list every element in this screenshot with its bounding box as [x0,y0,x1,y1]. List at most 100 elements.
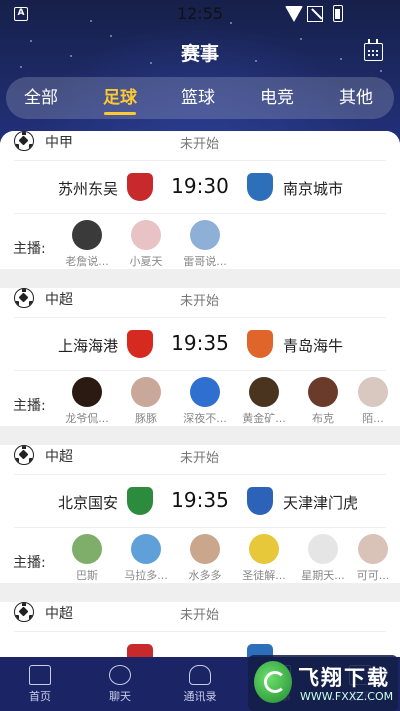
avatar [249,534,279,564]
anchor-name: 布克 [312,412,334,425]
match-header: 中超 未开始 [0,445,400,473]
anchor-name: 可可... [356,569,390,582]
avatar [308,377,338,407]
anchor-name: 豚豚 [135,412,157,425]
anchor-name: 马拉多... [124,569,168,582]
nav-chat[interactable]: 聊天 [80,657,160,711]
match-header: 中超 未开始 [0,288,400,316]
anchor-item[interactable]: 巴斯 [58,534,116,583]
league-name: 中超 [45,449,73,465]
anchor-item[interactable]: 黄金矿... [235,377,293,426]
match-status: 未开始 [180,451,220,466]
avatar [249,377,279,407]
anchor-item[interactable]: 豚豚 [117,377,175,426]
match-status: 未开始 [180,294,220,309]
anchor-item[interactable]: 深夜不... [176,377,234,426]
anchor-item[interactable]: 星期天... [294,534,352,583]
avatar [131,220,161,250]
divider [14,527,386,528]
avatar [131,377,161,407]
avatar [190,377,220,407]
anchor-label: 主播: [13,241,46,257]
divider [14,631,386,632]
away-crest-icon [247,487,273,515]
divider [14,213,386,214]
status-time: 12:55 [176,4,224,23]
league-name: 中超 [45,292,73,308]
anchor-name: 龙爷侃... [65,412,109,425]
anchor-name: 圣徒解... [242,569,286,582]
watermark-url: WWW.FXXZ.COM [300,690,394,703]
nav-contacts[interactable]: 通讯录 [160,657,240,711]
nav-label: 聊天 [109,690,131,703]
anchor-label: 主播: [13,398,46,414]
anchor-item[interactable]: 小夏天 [117,220,175,269]
match-list: 中甲 未开始 苏州东吴 19:30 南京城市 主播: 老詹说... 小夏天 雷哥… [0,131,400,657]
avatar [72,377,102,407]
avatar [72,534,102,564]
anchor-item[interactable]: 老詹说... [58,220,116,269]
anchor-item[interactable]: 陌... [346,377,400,426]
anchor-item[interactable]: 可可... [346,534,400,583]
nav-home[interactable]: 首页 [0,657,80,711]
anchor-item[interactable]: 龙爷侃... [58,377,116,426]
tab-other[interactable]: 其他 [339,77,373,119]
away-crest-icon [247,330,273,358]
anchor-item[interactable]: 雷哥说... [176,220,234,269]
match-card[interactable]: 中超 未开始 上海海港 19:35 青岛海牛 主播: 龙爷侃... 豚豚 深夜不… [0,288,400,426]
calendar-icon[interactable] [364,39,383,61]
anchor-name: 星期天... [301,569,345,582]
football-icon [14,445,34,465]
match-header: 中超 未开始 [0,602,400,630]
away-crest-icon [247,173,273,201]
category-tabs: 全部 足球 篮球 电竞 其他 [6,77,394,119]
avatar [358,534,388,564]
anchor-item[interactable]: 水多多 [176,534,234,583]
avatar [190,534,220,564]
active-tab-underline [104,112,136,115]
match-header: 中甲 未开始 [0,131,400,159]
anchor-name: 黄金矿... [242,412,286,425]
anchor-item[interactable]: 布克 [294,377,352,426]
divider [14,317,386,318]
contacts-icon [189,665,211,685]
anchor-name: 深夜不... [183,412,227,425]
anchor-name: 巴斯 [76,569,98,582]
anchor-item[interactable]: 圣徒解... [235,534,293,583]
anchor-label: 主播: [13,555,46,571]
match-teams: 上海海港 19:35 青岛海牛 [0,326,400,366]
match-card[interactable]: 中超 未开始 [0,602,400,657]
match-card[interactable]: 中超 未开始 北京国安 19:35 天津津门虎 主播: 巴斯 马拉多... 水多… [0,445,400,583]
tab-basketball[interactable]: 篮球 [181,77,215,119]
avatar [190,220,220,250]
anchor-name: 陌... [362,412,384,425]
nav-label: 通讯录 [183,690,217,703]
away-team: 青岛海牛 [283,337,344,355]
anchor-name: 小夏天 [129,255,163,268]
watermark: 飞翔下载 WWW.FXXZ.COM [248,655,398,711]
anchor-item[interactable]: 马拉多... [117,534,175,583]
anchor-row: 主播: 龙爷侃... 豚豚 深夜不... 黄金矿... 布克 陌... [0,377,400,433]
league-name: 中甲 [45,135,73,151]
match-status: 未开始 [180,137,220,152]
match-status: 未开始 [180,608,220,623]
match-teams: 北京国安 19:35 天津津门虎 [0,483,400,523]
match-teams: 苏州东吴 19:30 南京城市 [0,169,400,209]
avatar [308,534,338,564]
anchor-name: 雷哥说... [183,255,227,268]
divider [14,160,386,161]
chat-icon [109,665,131,685]
anchor-name: 水多多 [188,569,222,582]
avatar [131,534,161,564]
status-bar: A 12:55 [0,0,400,28]
tab-esports[interactable]: 电竞 [260,77,294,119]
watermark-logo-icon [254,661,292,703]
home-icon [29,665,51,685]
tab-football[interactable]: 足球 [103,77,137,119]
home-crest-icon [127,644,153,657]
match-card[interactable]: 中甲 未开始 苏州东吴 19:30 南京城市 主播: 老詹说... 小夏天 雷哥… [0,131,400,269]
tab-all[interactable]: 全部 [24,77,58,119]
divider [14,370,386,371]
away-team: 南京城市 [283,180,344,198]
football-icon [14,288,34,308]
